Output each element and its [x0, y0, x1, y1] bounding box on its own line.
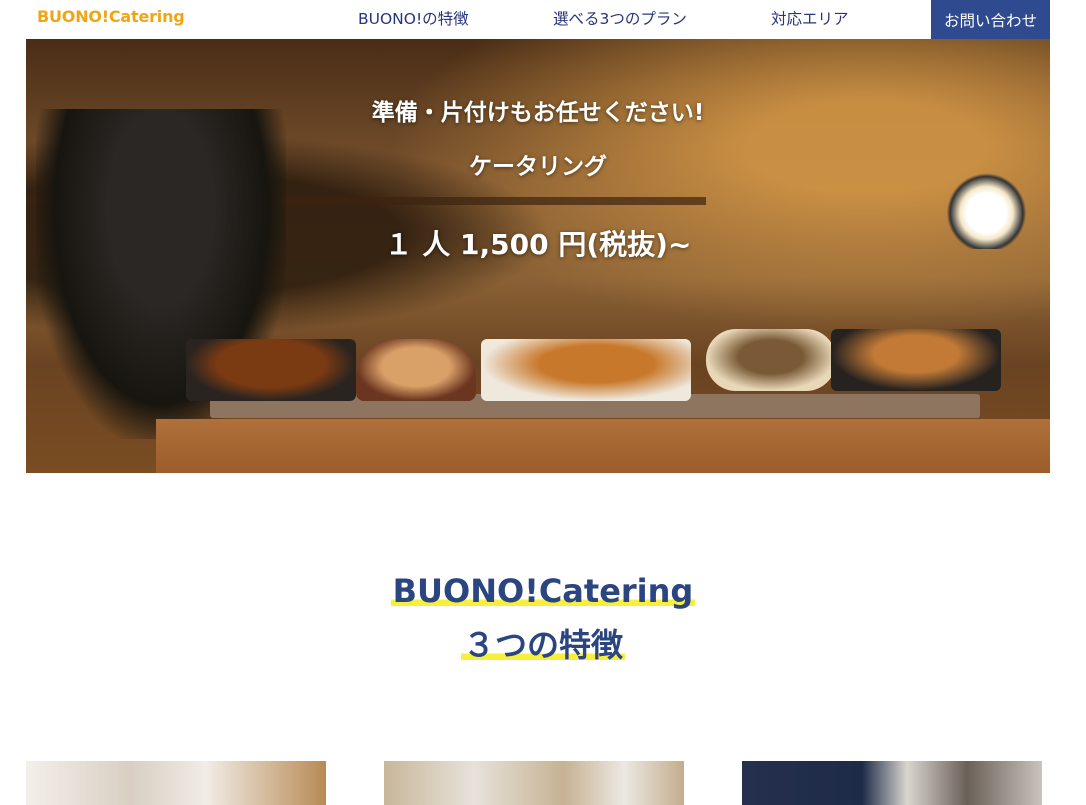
section-heading-brand: BUONO!Catering: [390, 572, 696, 610]
food-plate: [481, 339, 691, 401]
section-heading-line2: ３つの特徴: [0, 620, 1086, 666]
hero-tagline: 準備・片付けもお任せください!: [371, 100, 705, 126]
feature-card-image[interactable]: [384, 761, 684, 805]
feature-card-image[interactable]: [742, 761, 1042, 805]
hero-wooden-counter: [156, 419, 1050, 473]
feature-card-image[interactable]: [26, 761, 326, 805]
section-heading-line1: BUONO!Catering: [0, 572, 1086, 610]
nav-link-features[interactable]: BUONO!の特徴: [358, 7, 469, 29]
food-burger: [356, 339, 476, 401]
contact-button[interactable]: お問い合わせ: [931, 0, 1050, 39]
site-header: BUONO!Catering BUONO!の特徴 選べる3つのプラン 対応エリア…: [0, 0, 1086, 39]
nav-link-plans[interactable]: 選べる3つのプラン: [553, 7, 687, 29]
hero-price: １ 人 1,500 円(税抜)~: [384, 228, 692, 261]
section-heading-features: ３つの特徴: [460, 626, 625, 664]
site-logo[interactable]: BUONO!Catering: [37, 7, 185, 26]
food-tray: [186, 339, 356, 401]
food-wrap: [706, 329, 836, 391]
hero-title: ケータリング: [469, 154, 607, 180]
nav-link-area[interactable]: 対応エリア: [771, 7, 849, 29]
hero-banner: 準備・片付けもお任せください! ケータリング １ 人 1,500 円(税抜)~: [26, 39, 1050, 473]
food-tray: [831, 329, 1001, 391]
